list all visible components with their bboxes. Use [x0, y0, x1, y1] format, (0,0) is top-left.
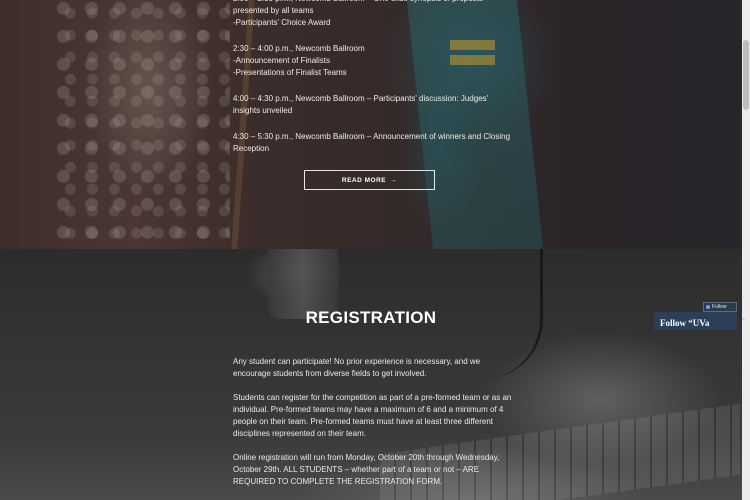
registration-paragraph: Any student can participate! No prior ex…: [233, 357, 481, 378]
schedule-item: 4:30 – 5:30 p.m., Newcomb Ballroom – Ann…: [233, 132, 511, 153]
arrow-right-icon: →: [390, 176, 398, 184]
schedule-list: 2:00 – 2:30 p.m., Newcomb Ballroom – One…: [233, 0, 518, 169]
wordpress-icon: [706, 305, 710, 309]
schedule-item: 2:00 – 2:30 p.m., Newcomb Ballroom – One…: [233, 0, 483, 27]
follow-badge-label: Follow: [712, 304, 727, 310]
lace-dress-background: [55, 0, 230, 249]
follow-blog-tab[interactable]: Follow “UVa: [654, 312, 737, 330]
follow-tab-label: Follow “UVa: [660, 318, 710, 328]
registration-paragraph: Online registration will run from Monday…: [233, 453, 500, 486]
read-more-label: READ MORE: [341, 176, 387, 184]
registration-paragraph: Students can register for the competitio…: [233, 393, 512, 438]
scroll-arrow-icon[interactable]: ▾: [742, 316, 745, 323]
registration-body: Any student can participate! No prior ex…: [233, 356, 515, 500]
scrollbar-thumb[interactable]: [743, 40, 749, 110]
schedule-section: 2:00 – 2:30 p.m., Newcomb Ballroom – One…: [0, 0, 742, 249]
registration-section: REGISTRATION Any student can participate…: [0, 249, 742, 500]
schedule-item: 2:30 – 4:00 p.m., Newcomb Ballroom -Anno…: [233, 44, 365, 77]
follow-badge-button[interactable]: Follow: [703, 302, 737, 312]
schedule-item: 4:00 – 4:30 p.m., Newcomb Ballroom – Par…: [233, 94, 489, 115]
read-more-button[interactable]: READ MORE →: [304, 170, 435, 190]
registration-title: REGISTRATION: [305, 308, 437, 327]
